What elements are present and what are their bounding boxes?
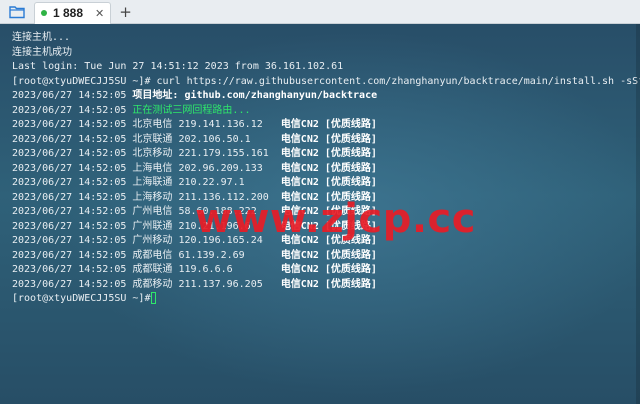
route-ts: 2023/06/27 14:52:05 (12, 191, 127, 203)
route-route: 电信CN2 [优质线路] (280, 249, 377, 261)
route-ip: 221.179.155.161 (178, 148, 275, 159)
route-route: 电信CN2 [优质线路] (280, 177, 377, 188)
route-ip: 61.139.2.69 (178, 249, 275, 261)
route-ts: 2023/06/27 14:52:05 (12, 162, 127, 174)
route-city: 北京联通 (132, 133, 173, 145)
route-result-line: 2023/06/27 14:52:05 上海联通 210.22.97.1 电信C… (12, 176, 636, 191)
route-ts: 2023/06/27 14:52:05 (12, 249, 127, 261)
tab-bar: 1 888 ✕ + (0, 0, 640, 24)
terminal-line: Last login: Tue Jun 27 14:51:12 2023 fro… (12, 61, 344, 72)
folder-open-icon[interactable] (6, 1, 28, 23)
close-tab-icon[interactable]: ✕ (95, 7, 104, 20)
route-ip: 210.22.97.1 (178, 177, 275, 188)
route-route: 电信CN2 [优质线路] (280, 119, 377, 130)
terminal-line: 2023/06/27 14:52:05 项目地址: github.com/zha… (12, 90, 378, 101)
route-ts: 2023/06/27 14:52:05 (12, 278, 127, 290)
route-ip: 119.6.6.6 (178, 264, 275, 275)
connected-status-icon (41, 10, 47, 16)
route-city: 广州电信 (132, 206, 173, 217)
route-city: 成都电信 (132, 249, 173, 261)
route-route: 电信CN2 [优质线路] (280, 148, 377, 159)
route-ts: 2023/06/27 14:52:05 (12, 177, 127, 188)
route-ts: 2023/06/27 14:52:05 (12, 119, 127, 130)
route-result-line: 2023/06/27 14:52:05 成都电信 61.139.2.69 电信C… (12, 249, 636, 264)
route-city: 成都移动 (132, 278, 173, 290)
route-result-line: 2023/06/27 14:52:05 成都移动 211.137.96.205 … (12, 278, 636, 293)
route-route: 电信CN2 [优质线路] (280, 264, 377, 275)
route-route: 电信CN2 [优质线路] (280, 162, 377, 174)
route-result-line: 2023/06/27 14:52:05 北京移动 221.179.155.161… (12, 147, 636, 162)
route-city: 成都联通 (132, 264, 173, 275)
terminal-line: 连接主机成功 (12, 46, 72, 58)
route-result-line: 2023/06/27 14:52:05 上海电信 202.96.209.133 … (12, 162, 636, 177)
route-ts: 2023/06/27 14:52:05 (12, 235, 127, 246)
route-city: 广州移动 (132, 235, 173, 246)
terminal-prompt-line: [root@xtyuDWECJJ5SU ~]# (12, 292, 636, 307)
route-ts: 2023/06/27 14:52:05 (12, 206, 127, 217)
route-city: 上海联通 (132, 177, 173, 188)
terminal-line: [root@xtyuDWECJJ5SU ~]# curl https://raw… (12, 75, 640, 87)
watermark: www.zjcp.cc (195, 196, 476, 242)
terminal-line: 2023/06/27 14:52:05 正在测试三网回程路由... (12, 104, 251, 116)
route-ip: 211.137.96.205 (178, 278, 275, 290)
route-ts: 2023/06/27 14:52:05 (12, 148, 127, 159)
route-city: 上海移动 (132, 191, 173, 203)
route-route: 电信CN2 [优质线路] (280, 278, 377, 290)
route-result-line: 2023/06/27 14:52:05 成都联通 119.6.6.6 电信CN2… (12, 263, 636, 278)
route-ts: 2023/06/27 14:52:05 (12, 264, 127, 275)
tab-label: 1 888 (53, 6, 84, 20)
terminal-line: 连接主机... (12, 32, 71, 43)
route-city: 北京移动 (132, 148, 173, 159)
add-tab-button[interactable]: + (119, 3, 132, 21)
route-ip: 202.96.209.133 (178, 162, 275, 174)
route-result-line: 2023/06/27 14:52:05 北京联通 202.106.50.1 电信… (12, 133, 636, 148)
route-result-line: 2023/06/27 14:52:05 北京电信 219.141.136.12 … (12, 118, 636, 133)
route-city: 上海电信 (132, 162, 173, 174)
route-city: 广州联通 (132, 220, 173, 232)
route-ts: 2023/06/27 14:52:05 (12, 220, 127, 232)
route-ts: 2023/06/27 14:52:05 (12, 133, 127, 145)
terminal-cursor (151, 292, 157, 304)
terminal-output[interactable]: 连接主机... 连接主机成功 Last login: Tue Jun 27 14… (0, 24, 640, 404)
terminal-scrollbar[interactable] (636, 24, 640, 404)
session-tab[interactable]: 1 888 ✕ (34, 1, 112, 24)
terminal-screen: 连接主机... 连接主机成功 Last login: Tue Jun 27 14… (12, 31, 640, 307)
route-city: 北京电信 (132, 119, 173, 130)
route-route: 电信CN2 [优质线路] (280, 133, 377, 145)
route-ip: 219.141.136.12 (178, 119, 275, 130)
route-ip: 202.106.50.1 (178, 133, 275, 145)
